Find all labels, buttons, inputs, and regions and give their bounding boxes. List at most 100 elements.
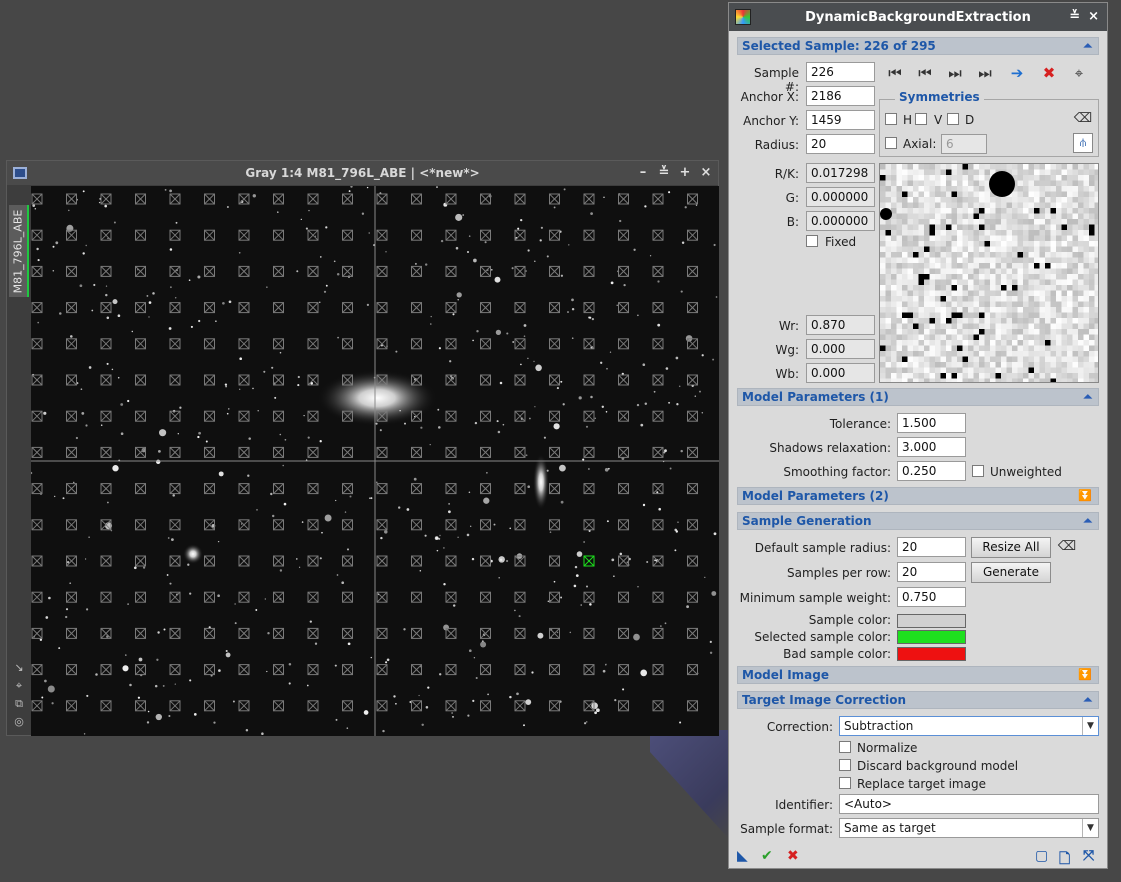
collapse-icon[interactable]: ⏶ [1083, 389, 1092, 405]
center-icon[interactable]: ⌖ [12, 679, 26, 693]
unweighted-checkbox[interactable] [972, 465, 984, 477]
selected-color-swatch[interactable] [897, 630, 966, 644]
samples-per-row-field[interactable]: 20 [897, 562, 966, 582]
maximize-icon[interactable]: + [677, 165, 693, 181]
preview-pixel [907, 268, 914, 275]
axial-symmetry-icon[interactable]: ⫛ [1073, 133, 1093, 153]
replace-target-checkbox[interactable] [839, 777, 851, 789]
smoothing-factor-field[interactable]: 0.250 [897, 461, 966, 481]
sym-v-checkbox[interactable] [915, 113, 927, 125]
target-icon[interactable]: ◎ [12, 715, 26, 729]
generate-button[interactable]: Generate [971, 562, 1051, 583]
image-viewport[interactable] [31, 186, 719, 736]
preview-pixel [1023, 235, 1029, 242]
star [198, 431, 201, 435]
dbe-panel[interactable]: DynamicBackgroundExtraction ≚ × Selected… [728, 2, 1108, 869]
star [576, 551, 583, 557]
close-icon[interactable]: × [698, 165, 714, 181]
shadows-relaxation-field[interactable]: 3.000 [897, 437, 966, 457]
preview-pixel [1034, 186, 1040, 192]
new-instance-icon[interactable]: ◣ [737, 848, 748, 864]
axial-spinbox[interactable]: 6 [941, 134, 987, 154]
preview-pixel [907, 367, 914, 374]
section-sample-generation[interactable]: Sample Generation ⏶ [737, 512, 1099, 530]
dbe-titlebar[interactable]: DynamicBackgroundExtraction ≚ × [729, 3, 1107, 31]
section-model-params-2[interactable]: Model Parameters (2) ⏬ [737, 487, 1099, 505]
crosshair-icon[interactable]: ⌖ [1069, 63, 1089, 83]
preview-pixel [935, 290, 941, 297]
section-target-correction[interactable]: Target Image Correction ⏶ [737, 691, 1099, 709]
tolerance-field[interactable]: 1.500 [897, 413, 966, 433]
preview-pixel [1089, 340, 1095, 346]
reset-icon[interactable]: 🗋 [1059, 848, 1070, 872]
first-sample-icon[interactable]: ⏮ [885, 63, 905, 83]
preview-pixel [979, 279, 985, 286]
star [455, 213, 463, 221]
identifier-field[interactable]: <Auto> [839, 794, 1099, 814]
clear-samples-icon[interactable]: ⌫ [1057, 537, 1077, 557]
default-radius-field[interactable]: 20 [897, 537, 966, 557]
delete-sample-icon[interactable]: ✖ [1039, 63, 1059, 83]
min-weight-field[interactable]: 0.750 [897, 587, 966, 607]
resize-all-button[interactable]: Resize All [971, 537, 1051, 558]
shade-icon[interactable]: ≚ [1069, 9, 1080, 24]
expand-icon[interactable]: ⏬ [1078, 667, 1092, 683]
section-selected-sample[interactable]: Selected Sample: 226 of 295 ⏶ [737, 37, 1099, 55]
previous-sample-icon[interactable]: ⏮ [915, 63, 935, 83]
cancel-icon[interactable]: ✖ [787, 848, 799, 864]
preview-pixel [880, 296, 886, 302]
axial-checkbox[interactable] [885, 137, 897, 149]
fixed-checkbox[interactable] [806, 235, 818, 247]
section-model-image[interactable]: Model Image ⏬ [737, 666, 1099, 684]
next-sample-icon[interactable]: ⏭ [945, 63, 965, 83]
sym-h-checkbox[interactable] [885, 113, 897, 125]
preview-pixel [885, 318, 892, 324]
apply-icon[interactable]: ✔ [761, 848, 773, 864]
clone-icon[interactable]: ⧉ [12, 697, 26, 711]
minimize-icon[interactable]: – [635, 165, 651, 181]
preview-pixel [1017, 323, 1024, 330]
star [610, 281, 614, 285]
sym-d-checkbox[interactable] [947, 113, 959, 125]
anchor-y-field[interactable]: 1459 [806, 110, 875, 130]
star [85, 424, 88, 427]
star [395, 702, 397, 705]
preview-pixel [1012, 169, 1018, 176]
preview-pixel [940, 169, 947, 176]
collapse-icon[interactable]: ⏶ [1083, 513, 1092, 529]
zoom-icon[interactable]: ↘ [12, 661, 26, 675]
collapse-icon[interactable]: ⏶ [1083, 38, 1092, 54]
collapse-icon[interactable]: ⏶ [1083, 692, 1092, 708]
preview-pixel [1006, 340, 1013, 346]
go-to-sample-icon[interactable]: ➔ [1007, 63, 1027, 83]
preview-pixel [1083, 378, 1090, 382]
preview-pixel [1006, 378, 1013, 382]
close-icon[interactable]: × [1088, 9, 1099, 24]
sample-color-swatch[interactable] [897, 614, 966, 628]
astro-image[interactable] [31, 186, 719, 736]
shade-icon[interactable]: ≚ [656, 165, 672, 181]
preview-pixel [1072, 191, 1079, 198]
browse-doc-icon[interactable]: ▢ [1035, 848, 1048, 864]
radius-field[interactable]: 20 [806, 134, 875, 154]
bad-color-swatch[interactable] [897, 647, 966, 661]
view-identifier-tab[interactable]: M81_796L_ABE [9, 205, 29, 297]
star [39, 638, 43, 641]
preview-pixel [1094, 378, 1098, 382]
preferences-icon[interactable]: ⤧ [1083, 848, 1094, 864]
sample-num-field[interactable]: 226 [806, 62, 875, 82]
image-window[interactable]: Gray 1:4 M81_796L_ABE | <*new*> – ≚ + × … [6, 160, 719, 736]
last-sample-icon[interactable]: ⏭ [975, 63, 995, 83]
discard-model-checkbox[interactable] [839, 759, 851, 771]
preview-pixel [1094, 312, 1098, 319]
star [642, 363, 646, 367]
section-model-params-1[interactable]: Model Parameters (1) ⏶ [737, 388, 1099, 406]
correction-select[interactable]: Subtraction ▼ [839, 716, 1099, 736]
anchor-x-field[interactable]: 2186 [806, 86, 875, 106]
preview-pixel [1012, 213, 1018, 220]
sample-format-select[interactable]: Same as target ▼ [839, 818, 1099, 838]
clear-symmetries-icon[interactable]: ⌫ [1073, 109, 1093, 129]
expand-icon[interactable]: ⏬ [1078, 488, 1092, 504]
image-window-titlebar[interactable]: Gray 1:4 M81_796L_ABE | <*new*> – ≚ + × [7, 161, 718, 185]
normalize-checkbox[interactable] [839, 741, 851, 753]
